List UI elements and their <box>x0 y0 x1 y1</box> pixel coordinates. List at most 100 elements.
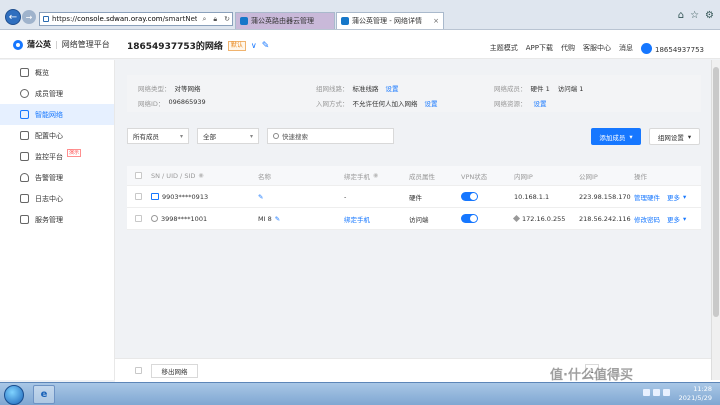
start-button-icon[interactable] <box>4 385 24 405</box>
member-lan-ip: 10.168.1.1 <box>514 192 550 201</box>
divider: | <box>55 40 58 49</box>
browser-tab-router[interactable]: 蒲公英路由器云管理 <box>235 12 335 29</box>
info-key: 网络成员： <box>494 85 527 93</box>
info-key: 组网线路： <box>316 85 349 93</box>
browser-tab-network[interactable]: 蒲公英管理 - 网络详情 × <box>336 12 444 29</box>
ie-taskbar-icon[interactable]: e <box>33 385 55 404</box>
sidebar-item-label: 成员管理 <box>35 89 63 98</box>
manage-hardware-link[interactable]: 管理硬件 <box>634 192 660 202</box>
sidebar-item-members[interactable]: 成员管理 <box>0 83 114 104</box>
network-route: 组网线路： 标准线路 设置 <box>316 83 399 93</box>
diamond-icon <box>512 214 521 223</box>
network-tray-icon[interactable] <box>643 389 650 396</box>
eye-icon[interactable]: ◉ <box>198 172 203 179</box>
forward-arrow-icon[interactable]: → <box>22 10 36 24</box>
messages-link[interactable]: 消息 <box>619 43 633 53</box>
member-filter-select[interactable]: 所有成员 ▾ <box>127 128 189 144</box>
app-download-link[interactable]: APP下载 <box>526 43 553 53</box>
checkbox[interactable] <box>135 193 142 200</box>
search-input[interactable]: 快速搜索 <box>267 128 394 144</box>
user-menu[interactable]: 18654937753 <box>641 41 704 54</box>
purchase-link[interactable]: 代购 <box>561 43 575 53</box>
more-menu[interactable]: 更多 ▾ <box>667 214 686 224</box>
route-settings-link[interactable]: 设置 <box>386 83 399 93</box>
toggle-switch[interactable] <box>461 192 478 201</box>
info-value: 对等网络 <box>174 85 201 93</box>
sidebar: 概览 成员管理 智能网络 配置中心 监控平台 演示 告警管理 日志中心 服务管理 <box>0 60 115 380</box>
sidebar-item-alerts[interactable]: 告警管理 <box>0 167 114 188</box>
col-id: SN / UID / SID ◉ <box>151 172 204 180</box>
network-info-card: 网络类型： 对等网络 网络ID： 096865939 组网线路： 标准线路 设置 入网方… <box>127 75 701 112</box>
url-text: https://console.sdwan.oray.com/smartNetw… <box>52 15 198 23</box>
scrollbar[interactable] <box>711 60 720 380</box>
status-filter-select[interactable]: 全部 ▾ <box>197 128 259 144</box>
sidebar-item-label: 告警管理 <box>35 173 63 182</box>
footer-select-all-checkbox[interactable] <box>135 367 142 374</box>
vpn-toggle[interactable] <box>461 214 478 223</box>
scroll-thumb[interactable] <box>713 67 719 317</box>
sidebar-item-services[interactable]: 服务管理 <box>0 209 114 230</box>
edit-pencil-icon[interactable]: ✎ <box>262 41 270 51</box>
support-center-link[interactable]: 客服中心 <box>583 43 611 53</box>
home-icon[interactable]: ⌂ <box>678 10 684 21</box>
more-menu[interactable]: 更多 ▾ <box>667 192 686 202</box>
product-name: 网络管理平台 <box>61 40 110 49</box>
change-password-link[interactable]: 修改密码 <box>634 214 660 224</box>
bind-phone-link[interactable]: 绑定手机 <box>344 214 370 224</box>
select-all-checkbox[interactable] <box>135 172 142 179</box>
group-settings-button[interactable]: 组网设置 ▾ <box>649 128 700 145</box>
remove-from-network-button[interactable]: 移出网络 <box>151 364 198 378</box>
settings-icon <box>20 131 29 140</box>
close-tab-icon[interactable]: × <box>433 17 439 25</box>
row-checkbox[interactable] <box>135 193 142 200</box>
add-member-button[interactable]: 添加成员 ▾ <box>591 128 641 145</box>
vpn-toggle[interactable] <box>461 192 478 201</box>
row-id: 3998****1001 <box>151 215 207 223</box>
edit-name-icon[interactable]: ✎ <box>275 215 280 223</box>
back-arrow-icon[interactable]: ← <box>5 9 21 25</box>
more-label: 更多 <box>667 215 680 224</box>
gear-icon[interactable]: ⚙ <box>705 10 714 21</box>
col-label: SN / UID / SID <box>151 171 196 180</box>
join-settings-link[interactable]: 设置 <box>425 98 438 108</box>
more-label: 更多 <box>667 193 680 202</box>
edit-name-icon[interactable]: ✎ <box>258 193 263 201</box>
clock[interactable]: 11:28 2021/5/29 <box>679 385 712 403</box>
sidebar-item-smart-network[interactable]: 智能网络 <box>0 104 114 125</box>
theme-mode-link[interactable]: 主题模式 <box>490 43 518 53</box>
info-value: 硬件 1 <box>530 85 550 93</box>
member-phone: - <box>344 192 347 201</box>
volume-tray-icon[interactable] <box>653 389 660 396</box>
chevron-down-icon[interactable]: ∨ <box>251 41 257 50</box>
col-lan-ip: 内网IP <box>514 172 533 181</box>
chevron-down-icon: ▾ <box>683 192 687 201</box>
lock-status-icon[interactable]: 🔒︎ <box>211 15 219 24</box>
search-placeholder: 快速搜索 <box>282 133 308 141</box>
search-icon[interactable]: ⌕ <box>200 15 208 24</box>
network-members: 网络成员： 硬件 1 访问端 1 <box>494 83 583 93</box>
sidebar-item-overview[interactable]: 概览 <box>0 62 114 83</box>
checkbox[interactable] <box>135 172 142 179</box>
member-name: MI 8 <box>258 214 272 223</box>
table-row: 9903****0913 ✎ - 硬件 10.168.1.1 223.98.15… <box>127 186 701 208</box>
sidebar-item-logs[interactable]: 日志中心 <box>0 188 114 209</box>
network-name: 18654937753的网络 <box>127 42 223 52</box>
sidebar-item-monitor[interactable]: 监控平台 演示 <box>0 146 114 167</box>
table-row: 3998****1001 MI 8 ✎ 绑定手机 访问端 172.16.0.255… <box>127 208 701 230</box>
join-method: 入网方式： 不允许任何人加入网络 设置 <box>316 98 438 108</box>
logo[interactable]: 蒲公英 | 网络管理平台 <box>13 39 110 50</box>
checkbox[interactable] <box>135 215 142 222</box>
lock-icon <box>43 16 49 22</box>
sidebar-item-config[interactable]: 配置中心 <box>0 125 114 146</box>
address-bar[interactable]: https://console.sdwan.oray.com/smartNetw… <box>39 12 233 26</box>
refresh-icon[interactable]: ↻ <box>222 15 232 23</box>
demo-tag: 演示 <box>67 149 82 157</box>
eye-icon[interactable]: ◉ <box>373 172 378 179</box>
chevron-down-icon: ▾ <box>249 132 253 140</box>
row-checkbox[interactable] <box>135 215 142 222</box>
resource-settings-link[interactable]: 设置 <box>534 98 547 108</box>
user-icon <box>20 89 29 98</box>
flag-tray-icon[interactable] <box>663 389 670 396</box>
toggle-switch[interactable] <box>461 214 478 223</box>
star-icon[interactable]: ☆ <box>690 10 699 21</box>
